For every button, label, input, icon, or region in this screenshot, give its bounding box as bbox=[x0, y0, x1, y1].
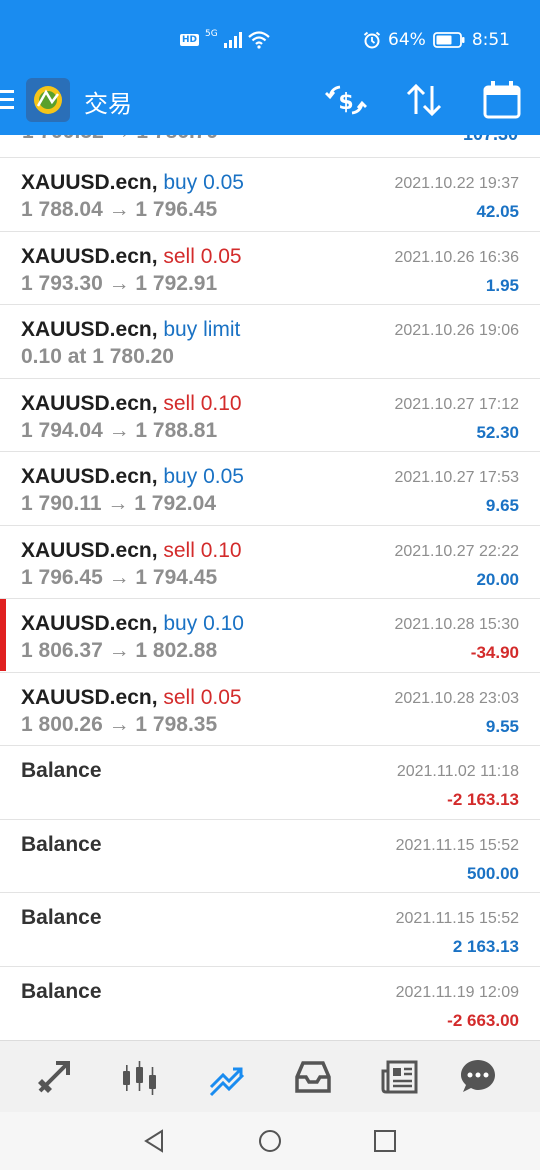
trade-action: sell 0.10 bbox=[163, 538, 242, 562]
trade-date: 2021.10.27 17:12 bbox=[394, 395, 519, 413]
signal-icon bbox=[223, 32, 242, 48]
balance-row[interactable]: Balance 2021.11.19 12:09 -2 663.00 bbox=[0, 967, 540, 1040]
trade-profit: 107.30 bbox=[463, 135, 518, 145]
trade-symbol: XAUUSD.ecn, bbox=[21, 538, 158, 562]
trade-profit: 20.00 bbox=[476, 569, 519, 589]
trade-date: 2021.10.28 23:03 bbox=[394, 689, 519, 707]
home-icon[interactable] bbox=[255, 1126, 285, 1156]
balance-row[interactable]: Balance 2021.11.15 15:52 500.00 bbox=[0, 820, 540, 893]
clock: 8:51 bbox=[471, 30, 510, 50]
trade-action: sell 0.10 bbox=[163, 391, 242, 415]
trade-prices: 1 793.30 → 1 792.91 bbox=[21, 271, 218, 295]
trade-row[interactable]: XAUUSD.ecn, sell 0.10 1 796.45 → 1 794.4… bbox=[0, 526, 540, 599]
trade-prices: 1 800.26 → 1 798.35 bbox=[21, 712, 218, 736]
system-navigation-bar bbox=[0, 1112, 540, 1170]
trade-prices: 1 806.37 → 1 802.88 bbox=[21, 639, 218, 662]
network-type: 5G bbox=[205, 29, 218, 39]
trade-action: sell 0.05 bbox=[163, 244, 242, 268]
balance-date: 2021.11.15 15:52 bbox=[395, 910, 519, 927]
alarm-icon bbox=[363, 31, 381, 49]
recents-icon[interactable] bbox=[370, 1126, 400, 1156]
trade-profit: 1.95 bbox=[485, 275, 519, 295]
calendar-icon[interactable] bbox=[478, 76, 526, 124]
balance-amount: -2 163.13 bbox=[447, 790, 519, 809]
trade-action: buy limit bbox=[163, 318, 241, 341]
currency-exchange-icon[interactable]: $ bbox=[322, 76, 370, 124]
trade-action: buy 0.05 bbox=[163, 171, 244, 194]
trade-prices: 1 790.11 → 1 792.04 bbox=[21, 492, 216, 515]
trade-prices: 1 799.52 → 1 786.79 bbox=[22, 135, 218, 144]
balance-date: 2021.11.19 12:09 bbox=[395, 983, 519, 1001]
bottom-navigation bbox=[0, 1040, 540, 1113]
history-list[interactable]: 1 799.52 → 1 786.79 107.30 XAUUSD.ecn, b… bbox=[0, 135, 540, 1039]
trade-symbol: XAUUSD.ecn, bbox=[21, 244, 158, 268]
selection-marker bbox=[0, 599, 6, 671]
trade-symbol: XAUUSD.ecn, bbox=[21, 685, 158, 709]
trade-action: buy 0.10 bbox=[163, 612, 244, 635]
trade-profit: 9.55 bbox=[485, 716, 519, 736]
trade-prices: 1 794.04 → 1 788.81 bbox=[21, 418, 218, 442]
back-icon[interactable] bbox=[140, 1126, 170, 1156]
trade-date: 2021.10.26 16:36 bbox=[394, 248, 519, 266]
hd-badge: HD bbox=[180, 34, 200, 46]
trade-row[interactable]: XAUUSD.ecn, sell 0.05 1 793.30 → 1 792.9… bbox=[0, 232, 540, 305]
balance-label: Balance bbox=[21, 906, 102, 929]
trade-prices: 1 788.04 → 1 796.45 bbox=[21, 198, 218, 221]
trade-profit: 42.05 bbox=[476, 202, 519, 221]
trade-row[interactable]: XAUUSD.ecn, buy limit 0.10 at 1 780.20 2… bbox=[0, 305, 540, 379]
trade-profit: 52.30 bbox=[476, 422, 519, 442]
balance-label: Balance bbox=[21, 759, 102, 782]
balance-row[interactable]: Balance 2021.11.02 11:18 -2 163.13 bbox=[0, 746, 540, 820]
quotes-icon[interactable] bbox=[34, 1057, 74, 1097]
trade-symbol: XAUUSD.ecn, bbox=[21, 318, 158, 341]
balance-amount: 2 163.13 bbox=[452, 937, 519, 956]
metatrader-logo[interactable] bbox=[24, 76, 72, 124]
balance-date: 2021.11.02 11:18 bbox=[396, 763, 519, 780]
trade-profit: 9.65 bbox=[485, 496, 519, 515]
trade-date: 2021.10.27 17:53 bbox=[394, 469, 519, 486]
status-left: HD 5G bbox=[180, 26, 270, 54]
svg-text:$: $ bbox=[338, 90, 353, 115]
balance-label: Balance bbox=[21, 832, 102, 856]
balance-date: 2021.11.15 15:52 bbox=[395, 836, 519, 854]
list-item-partial[interactable]: 1 799.52 → 1 786.79 107.30 bbox=[0, 135, 540, 158]
trade-date: 2021.10.22 19:37 bbox=[394, 175, 519, 192]
trade-symbol: XAUUSD.ecn, bbox=[21, 391, 158, 415]
trade-date: 2021.10.27 22:22 bbox=[394, 542, 519, 560]
trade-date: 2021.10.26 19:06 bbox=[394, 322, 519, 339]
app-header: HD 5G 64% 8:51 交易 $ bbox=[0, 0, 540, 135]
trade-action: buy 0.05 bbox=[163, 465, 244, 488]
history-icon[interactable] bbox=[293, 1057, 333, 1097]
trade-symbol: XAUUSD.ecn, bbox=[21, 465, 158, 488]
balance-label: Balance bbox=[21, 979, 102, 1003]
trade-symbol: XAUUSD.ecn, bbox=[21, 612, 158, 635]
trade-row[interactable]: XAUUSD.ecn, buy 0.05 1 788.04 → 1 796.45… bbox=[0, 158, 540, 232]
trade-row[interactable]: XAUUSD.ecn, sell 0.05 1 800.26 → 1 798.3… bbox=[0, 673, 540, 746]
chat-icon[interactable] bbox=[458, 1057, 498, 1097]
trade-prices: 1 796.45 → 1 794.45 bbox=[21, 565, 218, 589]
trade-row-selected[interactable]: XAUUSD.ecn, buy 0.10 1 806.37 → 1 802.88… bbox=[0, 599, 540, 673]
status-right: 64% 8:51 bbox=[363, 26, 510, 54]
sort-icon[interactable] bbox=[400, 76, 448, 124]
trade-row[interactable]: XAUUSD.ecn, buy 0.05 1 790.11 → 1 792.04… bbox=[0, 452, 540, 526]
page-title: 交易 bbox=[84, 90, 132, 118]
trade-row[interactable]: XAUUSD.ecn, sell 0.10 1 794.04 → 1 788.8… bbox=[0, 379, 540, 452]
balance-row[interactable]: Balance 2021.11.15 15:52 2 163.13 bbox=[0, 893, 540, 967]
balance-amount: -2 663.00 bbox=[447, 1010, 519, 1030]
trade-icon[interactable] bbox=[207, 1057, 247, 1097]
trade-profit: -34.90 bbox=[470, 643, 519, 662]
trade-prices: 0.10 at 1 780.20 bbox=[21, 345, 174, 368]
trade-date: 2021.10.28 15:30 bbox=[394, 616, 519, 633]
trade-action: sell 0.05 bbox=[163, 685, 242, 709]
trade-symbol: XAUUSD.ecn, bbox=[21, 171, 158, 194]
chart-icon[interactable] bbox=[120, 1057, 160, 1097]
battery-icon bbox=[432, 32, 465, 48]
menu-icon[interactable] bbox=[0, 90, 14, 114]
news-icon[interactable] bbox=[380, 1057, 420, 1097]
balance-amount: 500.00 bbox=[467, 863, 519, 883]
battery-percent: 64% bbox=[388, 30, 426, 50]
wifi-icon bbox=[247, 31, 270, 49]
